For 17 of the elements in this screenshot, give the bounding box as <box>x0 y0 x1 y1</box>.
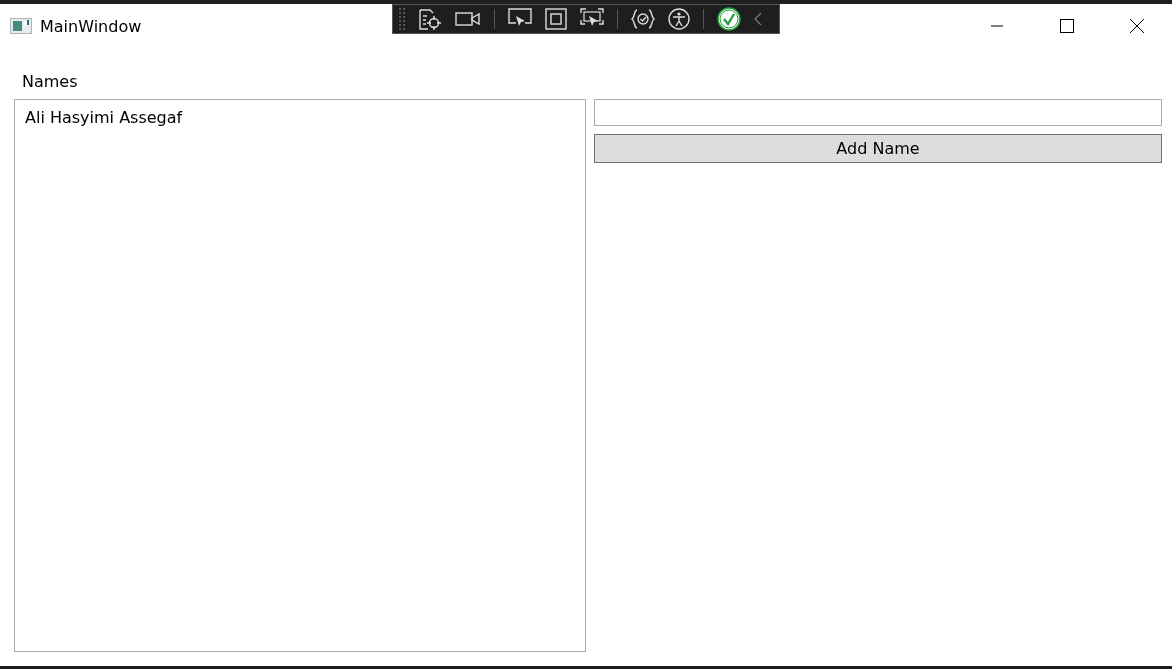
video-camera-icon[interactable] <box>455 11 481 27</box>
names-label: Names <box>22 72 79 91</box>
checkmark-icon[interactable] <box>717 7 741 31</box>
square-icon[interactable] <box>545 8 567 30</box>
add-name-button[interactable]: Add Name <box>594 134 1162 163</box>
chevron-left-icon[interactable] <box>754 12 762 26</box>
window-title: MainWindow <box>40 16 142 36</box>
maximize-icon <box>1060 19 1074 33</box>
grip-icon[interactable] <box>399 6 405 32</box>
app-icon <box>10 18 32 34</box>
list-item[interactable]: Ali Hasyimi Assegaf <box>15 106 585 129</box>
binding-check-icon[interactable] <box>631 8 655 30</box>
names-listbox[interactable]: Ali Hasyimi Assegaf <box>14 99 586 652</box>
accessibility-icon[interactable] <box>668 8 690 30</box>
close-icon <box>1129 18 1145 34</box>
name-input-field[interactable] <box>594 99 1162 126</box>
target-icon[interactable] <box>418 8 442 30</box>
